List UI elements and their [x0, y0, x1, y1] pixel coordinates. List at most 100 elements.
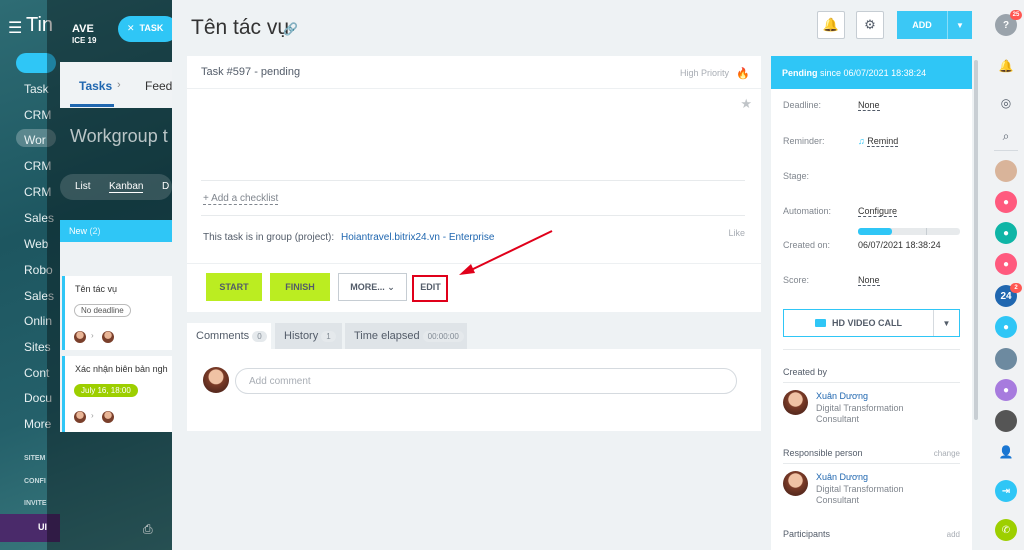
divider [783, 349, 960, 350]
avatar[interactable] [783, 390, 808, 415]
tab-tasks[interactable]: Tasks [79, 79, 112, 93]
avatar [102, 331, 114, 343]
kanban-column-head: New (2) [60, 220, 172, 242]
chevron-down-icon: ⌄ [387, 281, 395, 292]
menu-small-item[interactable]: INVITE [24, 500, 47, 507]
tab-feed[interactable]: Feed [145, 79, 172, 93]
view-list[interactable]: List [75, 181, 91, 192]
bitrix24-badge: 2 [1010, 283, 1022, 293]
participants-label: Participants [783, 529, 831, 539]
avatar[interactable] [995, 160, 1017, 182]
configure-link[interactable]: Configure [858, 206, 898, 217]
task-button[interactable]: ✕ TASK [118, 16, 178, 42]
priority-label[interactable]: High Priority [680, 68, 729, 78]
gear-icon[interactable]: ⚙ [856, 11, 884, 39]
user-icon[interactable]: ● [995, 379, 1017, 401]
add-checklist-link[interactable]: + Add a checklist [203, 193, 279, 205]
divider [994, 150, 1018, 151]
created-on-value: 06/07/2021 18:38:24 [858, 240, 941, 250]
chat-icon[interactable]: ◎ [995, 92, 1017, 114]
avatar [102, 411, 114, 423]
like-link[interactable]: Like [728, 228, 745, 238]
chevron-down-icon[interactable]: ▼ [947, 11, 972, 39]
user-icon[interactable]: ● [995, 191, 1017, 213]
exit-icon[interactable]: ⇥ [995, 480, 1017, 502]
avatar [74, 411, 86, 423]
bell-icon: ♫ [858, 136, 865, 146]
remind-link[interactable]: ♫ Remind [858, 136, 899, 147]
add-button-label: ADD [912, 20, 932, 30]
divider [783, 463, 960, 464]
avatar[interactable] [995, 410, 1017, 432]
avatar[interactable] [783, 471, 808, 496]
phone-icon[interactable]: ✆ [995, 519, 1017, 541]
video-call-button[interactable]: HD VIDEO CALL ▼ [783, 309, 960, 337]
avatar[interactable] [995, 348, 1017, 370]
view-other[interactable]: D [162, 181, 169, 192]
task-number: Task #597 - pending [201, 66, 301, 78]
kanban-card[interactable]: Tên tác vụ No deadline › [62, 276, 172, 350]
creator-name[interactable]: Xuân Dương [816, 391, 868, 401]
search-icon[interactable]: ⌕ [995, 125, 1017, 147]
comment-input[interactable]: Add comment [235, 368, 737, 394]
more-button[interactable]: MORE... ⌄ [338, 273, 407, 301]
tab-comments[interactable]: Comments 0 [187, 323, 271, 349]
user-icon[interactable]: ● [995, 253, 1017, 275]
task-info-sidebar: Pending since 06/07/2021 18:38:24 Deadli… [771, 56, 972, 550]
printer-icon[interactable]: ⎙ [143, 522, 153, 537]
menu-small-item[interactable]: CONFI [24, 478, 46, 485]
avatar [74, 331, 86, 343]
link-icon[interactable]: 🔗 [283, 22, 298, 36]
video-camera-icon [814, 319, 826, 327]
add-button[interactable]: ADD ▼ [897, 11, 972, 39]
hamburger-icon[interactable]: ☰ [8, 18, 22, 38]
menu-small-item[interactable]: SITEM [24, 455, 45, 462]
card-title: Xác nhận biên bản ngh [75, 364, 168, 374]
page-title: Tên tác vụ [191, 16, 290, 39]
user-bar-label: UI [38, 522, 47, 532]
annotation-arrow [459, 230, 553, 275]
tab-time-elapsed[interactable]: Time elapsed 00:00:00 [345, 323, 467, 349]
workgroup-title: Workgroup t [70, 126, 168, 146]
chevron-right-icon: › [91, 331, 94, 340]
stage-progress-fill [858, 228, 892, 235]
kanban-card[interactable]: Xác nhận biên bản ngh July 16, 18:00 › [62, 356, 172, 432]
fire-icon[interactable]: 🔥 [736, 67, 750, 80]
stage-progress[interactable] [858, 228, 960, 235]
edit-highlight-box [412, 275, 448, 302]
comment-area: Add comment [187, 349, 761, 431]
user-icon[interactable]: ● [995, 222, 1017, 244]
help-badge: 25 [1010, 10, 1022, 20]
star-icon[interactable]: ★ [740, 96, 752, 112]
start-button[interactable]: START [206, 273, 262, 301]
chevron-down-icon[interactable]: ▼ [933, 310, 959, 336]
bell-icon[interactable]: 🔔 [817, 11, 845, 39]
finish-button[interactable]: FINISH [270, 273, 330, 301]
deadline-badge: No deadline [74, 304, 131, 317]
card-title: Tên tác vụ [75, 284, 118, 294]
creator-role: Digital Transformation Consultant [816, 403, 904, 424]
scrollbar[interactable] [974, 60, 978, 420]
chevron-right-icon: › [117, 79, 121, 91]
chevron-right-icon: › [91, 411, 94, 420]
company-logo: AVE ICE 19 [72, 23, 97, 46]
view-kanban[interactable]: Kanban [109, 181, 144, 193]
score-value[interactable]: None [858, 275, 880, 286]
user-clock-icon[interactable]: ● [995, 316, 1017, 338]
right-toolbar [980, 0, 1024, 550]
deadline-value[interactable]: None [858, 100, 880, 111]
divider [783, 382, 960, 383]
user-silhouette-icon[interactable]: 👤 [995, 441, 1017, 463]
stage-tick [926, 228, 927, 235]
created-by-label: Created by [783, 367, 828, 377]
task-header: Task #597 - pending High Priority 🔥 [187, 56, 761, 89]
add-participant-link[interactable]: add [947, 530, 960, 539]
tab-history[interactable]: History 1 [275, 323, 342, 349]
responsible-role: Digital Transformation Consultant [816, 484, 904, 505]
notification-bell-icon[interactable]: 🔔 [995, 55, 1017, 77]
responsible-name[interactable]: Xuân Dương [816, 472, 868, 482]
change-link[interactable]: change [934, 449, 960, 458]
divider [201, 180, 745, 181]
responsible-label: Responsible person [783, 448, 863, 458]
divider [201, 215, 745, 216]
